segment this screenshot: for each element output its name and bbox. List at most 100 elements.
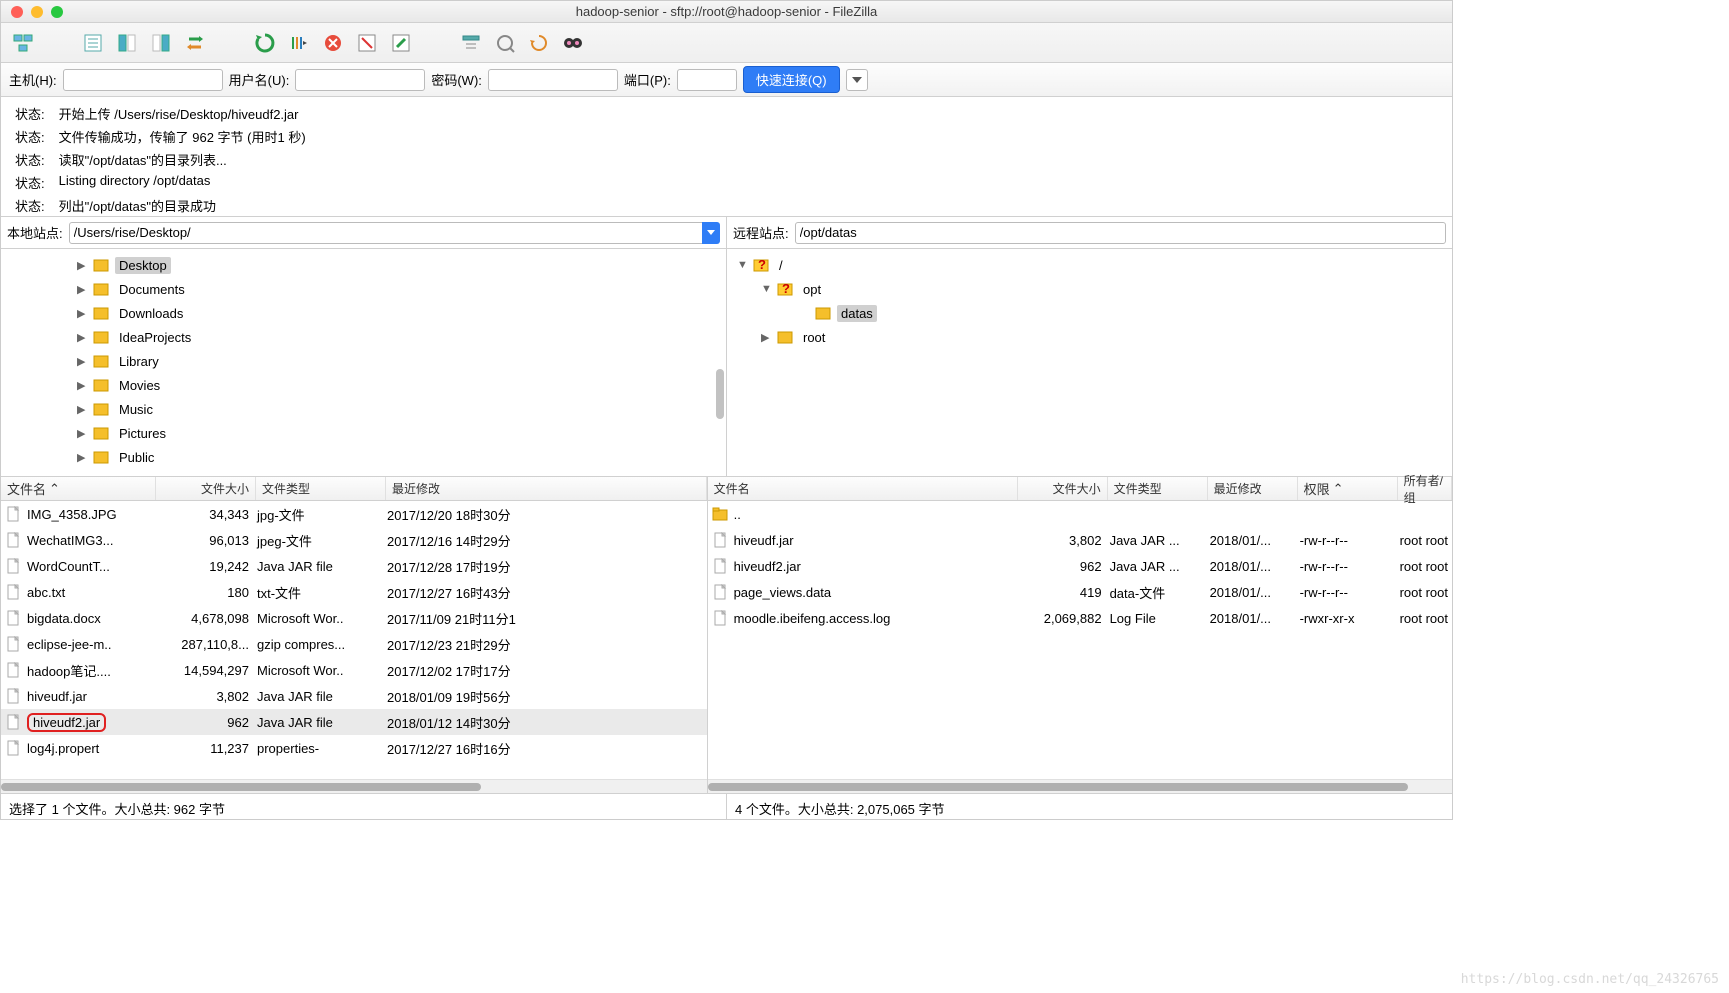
quickconnect-history-dropdown[interactable] bbox=[846, 69, 868, 91]
tree-item[interactable]: ▶Music bbox=[1, 397, 726, 421]
message-log[interactable]: 状态: 开始上传 /Users/rise/Desktop/hiveudf2.jar… bbox=[1, 97, 1452, 217]
log-message: Listing directory /opt/datas bbox=[53, 172, 312, 193]
file-row[interactable]: log4j.propert 11,237 properties- 2017/12… bbox=[1, 735, 707, 761]
toggle-local-tree-button[interactable] bbox=[113, 29, 141, 57]
col-modified[interactable]: 最近修改 bbox=[386, 477, 707, 500]
file-size: 3,802 bbox=[1016, 533, 1106, 548]
file-row[interactable]: moodle.ibeifeng.access.log 2,069,882 Log… bbox=[708, 605, 1452, 631]
site-manager-button[interactable] bbox=[9, 29, 37, 57]
local-path-input[interactable] bbox=[69, 222, 714, 244]
search-button[interactable] bbox=[559, 29, 587, 57]
folder-label: Documents bbox=[115, 281, 189, 298]
file-icon bbox=[3, 714, 23, 730]
file-modified: 2017/12/23 21时29分 bbox=[383, 635, 707, 654]
file-icon bbox=[710, 610, 730, 626]
file-row[interactable]: hadoop笔记.... 14,594,297 Microsoft Wor.. … bbox=[1, 657, 707, 683]
tree-item[interactable]: ▶Downloads bbox=[1, 301, 726, 325]
file-row[interactable]: hiveudf2.jar 962 Java JAR ... 2018/01/..… bbox=[708, 553, 1452, 579]
tree-item[interactable]: ▶Desktop bbox=[1, 253, 726, 277]
file-name: IMG_4358.JPG bbox=[23, 507, 153, 522]
local-hscrollbar[interactable] bbox=[1, 779, 707, 793]
remote-path-input[interactable] bbox=[795, 222, 1446, 244]
file-modified: 2018/01/... bbox=[1206, 533, 1296, 548]
tree-item[interactable]: ▶Movies bbox=[1, 373, 726, 397]
file-row[interactable]: hiveudf.jar 3,802 Java JAR ... 2018/01/.… bbox=[708, 527, 1452, 553]
local-pane: 本地站点: ▶Desktop▶Documents▶Downloads▶IdeaP… bbox=[1, 217, 726, 476]
file-row[interactable]: IMG_4358.JPG 34,343 jpg-文件 2017/12/20 18… bbox=[1, 501, 707, 527]
parent-dir-row[interactable]: .. bbox=[708, 501, 1452, 527]
scrollbar-thumb[interactable] bbox=[716, 369, 724, 419]
toggle-queue-button[interactable] bbox=[181, 29, 209, 57]
process-queue-button[interactable] bbox=[285, 29, 313, 57]
file-type: properties- bbox=[253, 741, 383, 756]
reconnect-button[interactable] bbox=[387, 29, 415, 57]
file-row[interactable]: page_views.data 419 data-文件 2018/01/... … bbox=[708, 579, 1452, 605]
tree-item[interactable]: ▶Documents bbox=[1, 277, 726, 301]
file-permissions: -rw-r--r-- bbox=[1296, 533, 1396, 548]
disconnect-button[interactable] bbox=[353, 29, 381, 57]
tree-item[interactable]: ▶Public bbox=[1, 445, 726, 469]
file-permissions: -rw-r--r-- bbox=[1296, 585, 1396, 600]
file-size: 34,343 bbox=[153, 507, 253, 522]
tree-item[interactable]: ▶IdeaProjects bbox=[1, 325, 726, 349]
local-file-list[interactable]: IMG_4358.JPG 34,343 jpg-文件 2017/12/20 18… bbox=[1, 501, 707, 779]
quickconnect-button[interactable]: 快速连接(Q) bbox=[743, 66, 840, 93]
host-input[interactable] bbox=[63, 69, 223, 91]
col-type[interactable]: 文件类型 bbox=[256, 477, 386, 500]
file-type: Microsoft Wor.. bbox=[253, 611, 383, 626]
log-label: 状态: bbox=[9, 195, 51, 216]
remote-hscrollbar[interactable] bbox=[708, 779, 1452, 793]
remote-file-list[interactable]: .. hiveudf.jar 3,802 Java JAR ... 2018/0… bbox=[708, 501, 1452, 779]
toggle-remote-tree-button[interactable] bbox=[147, 29, 175, 57]
file-name: hiveudf2.jar bbox=[23, 713, 153, 732]
toggle-log-button[interactable] bbox=[79, 29, 107, 57]
file-type: data-文件 bbox=[1106, 583, 1206, 602]
tree-item-datas[interactable]: datas bbox=[837, 305, 877, 322]
col-name[interactable]: 文件名 bbox=[708, 477, 1018, 500]
file-row[interactable]: eclipse-jee-m.. 287,110,8... gzip compre… bbox=[1, 631, 707, 657]
refresh-button[interactable] bbox=[251, 29, 279, 57]
sync-browse-button[interactable] bbox=[525, 29, 553, 57]
file-size: 419 bbox=[1016, 585, 1106, 600]
file-row[interactable]: WechatIMG3... 96,013 jpeg-文件 2017/12/16 … bbox=[1, 527, 707, 553]
col-name[interactable]: 文件名 ⌃ bbox=[1, 477, 156, 500]
tree-item-opt[interactable]: opt bbox=[799, 281, 825, 298]
local-path-dropdown[interactable] bbox=[702, 222, 720, 244]
log-label: 状态: bbox=[9, 172, 51, 193]
file-name: hadoop笔记.... bbox=[23, 661, 153, 680]
port-input[interactable] bbox=[677, 69, 737, 91]
file-row[interactable]: bigdata.docx 4,678,098 Microsoft Wor.. 2… bbox=[1, 605, 707, 631]
file-size: 962 bbox=[1016, 559, 1106, 574]
file-type: txt-文件 bbox=[253, 583, 383, 602]
tree-item-root-folder[interactable]: root bbox=[799, 329, 829, 346]
file-type: Java JAR file bbox=[253, 715, 383, 730]
local-tree[interactable]: ▶Desktop▶Documents▶Downloads▶IdeaProject… bbox=[1, 249, 726, 476]
file-row[interactable]: abc.txt 180 txt-文件 2017/12/27 16时43分 bbox=[1, 579, 707, 605]
col-size[interactable]: 文件大小 bbox=[1018, 477, 1108, 500]
dir-compare-button[interactable] bbox=[491, 29, 519, 57]
file-row[interactable]: hiveudf2.jar 962 Java JAR file 2018/01/1… bbox=[1, 709, 707, 735]
tree-item-root[interactable]: / bbox=[775, 257, 787, 274]
remote-tree[interactable]: ▼?/ ▼?opt datas ▶root bbox=[727, 249, 1452, 476]
tree-item[interactable]: ▶Library bbox=[1, 349, 726, 373]
col-owner[interactable]: 所有者/组 bbox=[1398, 477, 1452, 500]
file-row[interactable]: WordCountT... 19,242 Java JAR file 2017/… bbox=[1, 553, 707, 579]
pass-input[interactable] bbox=[488, 69, 618, 91]
file-type: Java JAR file bbox=[253, 689, 383, 704]
col-permissions[interactable]: 权限 ⌃ bbox=[1298, 477, 1398, 500]
tree-item[interactable]: ▶Pictures bbox=[1, 421, 726, 445]
col-size[interactable]: 文件大小 bbox=[156, 477, 256, 500]
user-input[interactable] bbox=[295, 69, 425, 91]
file-name: page_views.data bbox=[730, 585, 1016, 600]
file-row[interactable]: hiveudf.jar 3,802 Java JAR file 2018/01/… bbox=[1, 683, 707, 709]
col-modified[interactable]: 最近修改 bbox=[1208, 477, 1298, 500]
svg-text:?: ? bbox=[758, 257, 766, 272]
log-message: 开始上传 /Users/rise/Desktop/hiveudf2.jar bbox=[53, 103, 312, 124]
file-size: 962 bbox=[153, 715, 253, 730]
file-name: abc.txt bbox=[23, 585, 153, 600]
col-type[interactable]: 文件类型 bbox=[1108, 477, 1208, 500]
cancel-button[interactable] bbox=[319, 29, 347, 57]
filter-button[interactable] bbox=[457, 29, 485, 57]
file-size: 11,237 bbox=[153, 741, 253, 756]
file-size: 14,594,297 bbox=[153, 663, 253, 678]
